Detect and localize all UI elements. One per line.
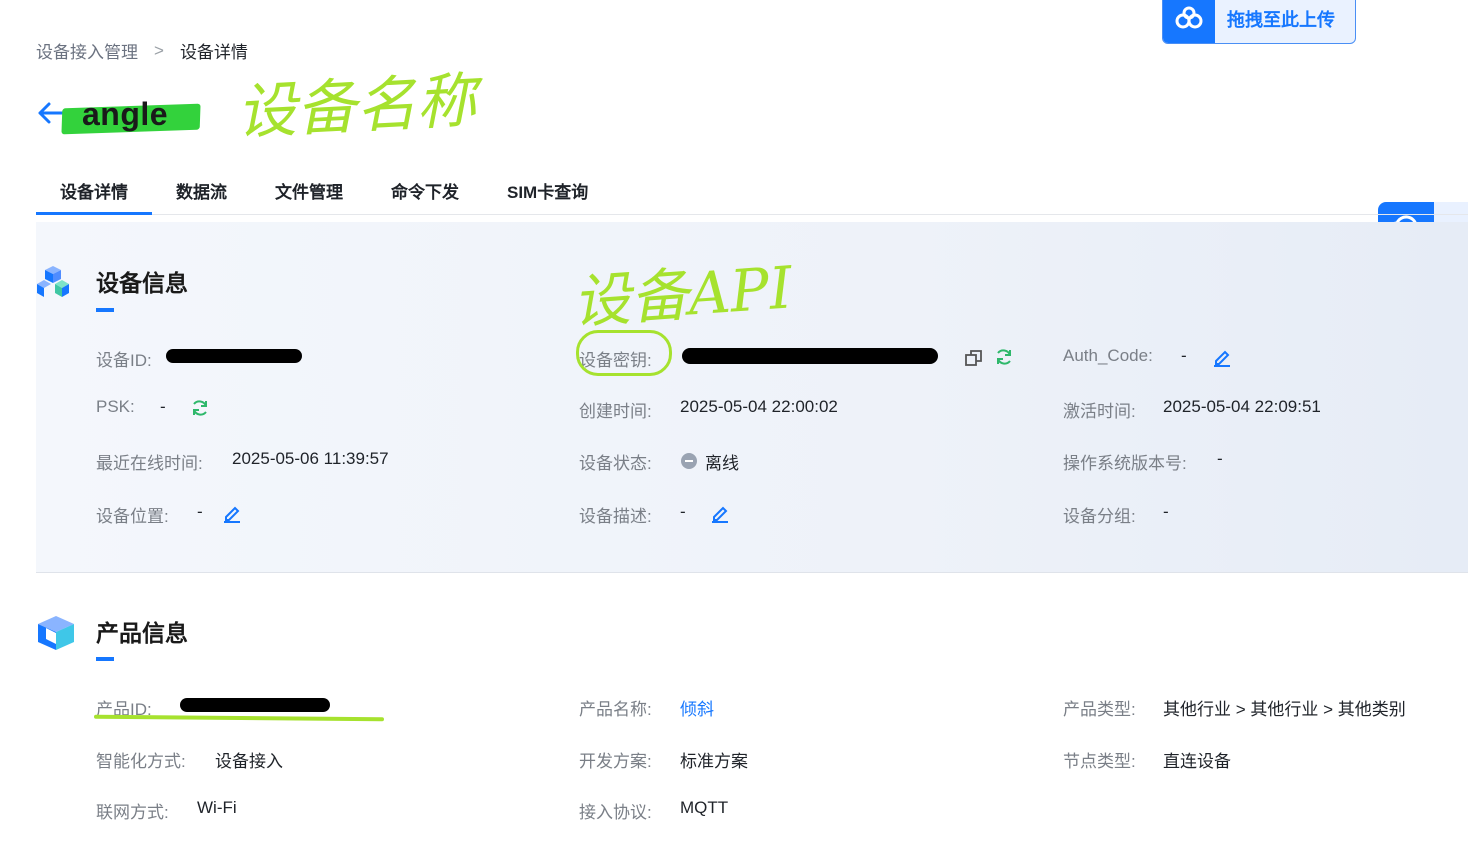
tab-file-management[interactable]: 文件管理 [251, 168, 367, 214]
tab-command[interactable]: 命令下发 [367, 168, 483, 214]
upload-label: 拖拽至此上传 [1227, 10, 1335, 30]
dev-plan-value: 标准方案 [680, 752, 748, 771]
page-title: angle [82, 96, 169, 132]
tab-sim-query[interactable]: SIM卡查询 [483, 168, 612, 214]
redacted-product-id [180, 698, 330, 712]
group-value: - [1163, 502, 1169, 521]
upload-cloud-icon [1163, 0, 1215, 43]
edit-icon[interactable] [710, 503, 730, 528]
section-underline [96, 308, 114, 312]
redacted-device-key [682, 348, 938, 364]
product-info-title: 产品信息 [96, 620, 188, 646]
activated-time-label: 激活时间: [1063, 402, 1136, 421]
product-type-label: 产品类型: [1063, 700, 1136, 719]
upload-drop-zone[interactable]: 拖拽至此上传 [1162, 0, 1356, 44]
intelligence-value: 设备接入 [215, 752, 283, 771]
redacted-device-id [166, 349, 302, 363]
breadcrumb-separator: > [154, 40, 164, 60]
auth-code-value: - [1181, 346, 1187, 365]
cubes-icon [36, 264, 70, 307]
dev-plan-label: 开发方案: [579, 752, 652, 771]
offline-status-icon [680, 452, 698, 475]
description-label: 设备描述: [579, 507, 652, 526]
box-icon [36, 614, 76, 657]
annotation-circle [576, 330, 672, 376]
section-underline [96, 657, 114, 661]
product-name-label: 产品名称: [579, 700, 652, 719]
node-type-value: 直连设备 [1163, 752, 1231, 771]
activated-time-value: 2025-05-04 22:09:51 [1163, 397, 1321, 416]
location-label: 设备位置: [96, 507, 169, 526]
node-type-label: 节点类型: [1063, 752, 1136, 771]
psk-value: - [160, 397, 166, 416]
annotation-underline [93, 714, 385, 722]
protocol-label: 接入协议: [579, 803, 652, 822]
os-version-value: - [1217, 449, 1223, 468]
breadcrumb-parent[interactable]: 设备接入管理 [36, 38, 138, 63]
psk-label: PSK: [96, 397, 135, 416]
tab-device-details[interactable]: 设备详情 [36, 168, 152, 215]
device-id-label: 设备ID: [96, 351, 152, 370]
device-status-value: 离线 [705, 454, 739, 473]
breadcrumb-current: 设备详情 [179, 43, 248, 62]
refresh-icon[interactable] [994, 347, 1014, 372]
created-time-label: 创建时间: [579, 402, 652, 421]
last-online-label: 最近在线时间: [96, 454, 203, 473]
device-info-title: 设备信息 [96, 270, 188, 296]
last-online-value: 2025-05-06 11:39:57 [232, 449, 389, 468]
created-time-value: 2025-05-04 22:00:02 [680, 397, 838, 416]
auth-code-label: Auth_Code: [1063, 346, 1153, 365]
intelligence-label: 智能化方式: [96, 752, 186, 771]
protocol-value: MQTT [680, 798, 729, 817]
breadcrumb: 设备接入管理 > 设备详情 [36, 38, 248, 63]
annotation-device-api: 设备API [570, 253, 795, 337]
device-status-label: 设备状态: [579, 454, 652, 473]
location-value: - [197, 502, 203, 521]
edit-icon[interactable] [1212, 347, 1232, 372]
tab-data-stream[interactable]: 数据流 [152, 168, 251, 214]
product-type-value: 其他行业 > 其他行业 > 其他类别 [1163, 700, 1406, 719]
tab-bar: 设备详情 数据流 文件管理 命令下发 SIM卡查询 [36, 168, 1468, 215]
product-name-link[interactable]: 倾斜 [680, 695, 714, 720]
group-label: 设备分组: [1063, 507, 1136, 526]
annotation-device-name: 设备名称 [234, 65, 478, 149]
os-version-label: 操作系统版本号: [1063, 454, 1187, 473]
edit-icon[interactable] [222, 503, 242, 528]
refresh-icon[interactable] [190, 398, 210, 423]
network-label: 联网方式: [96, 803, 169, 822]
network-value: Wi-Fi [197, 798, 237, 817]
description-value: - [680, 502, 686, 521]
copy-icon[interactable] [964, 348, 984, 373]
